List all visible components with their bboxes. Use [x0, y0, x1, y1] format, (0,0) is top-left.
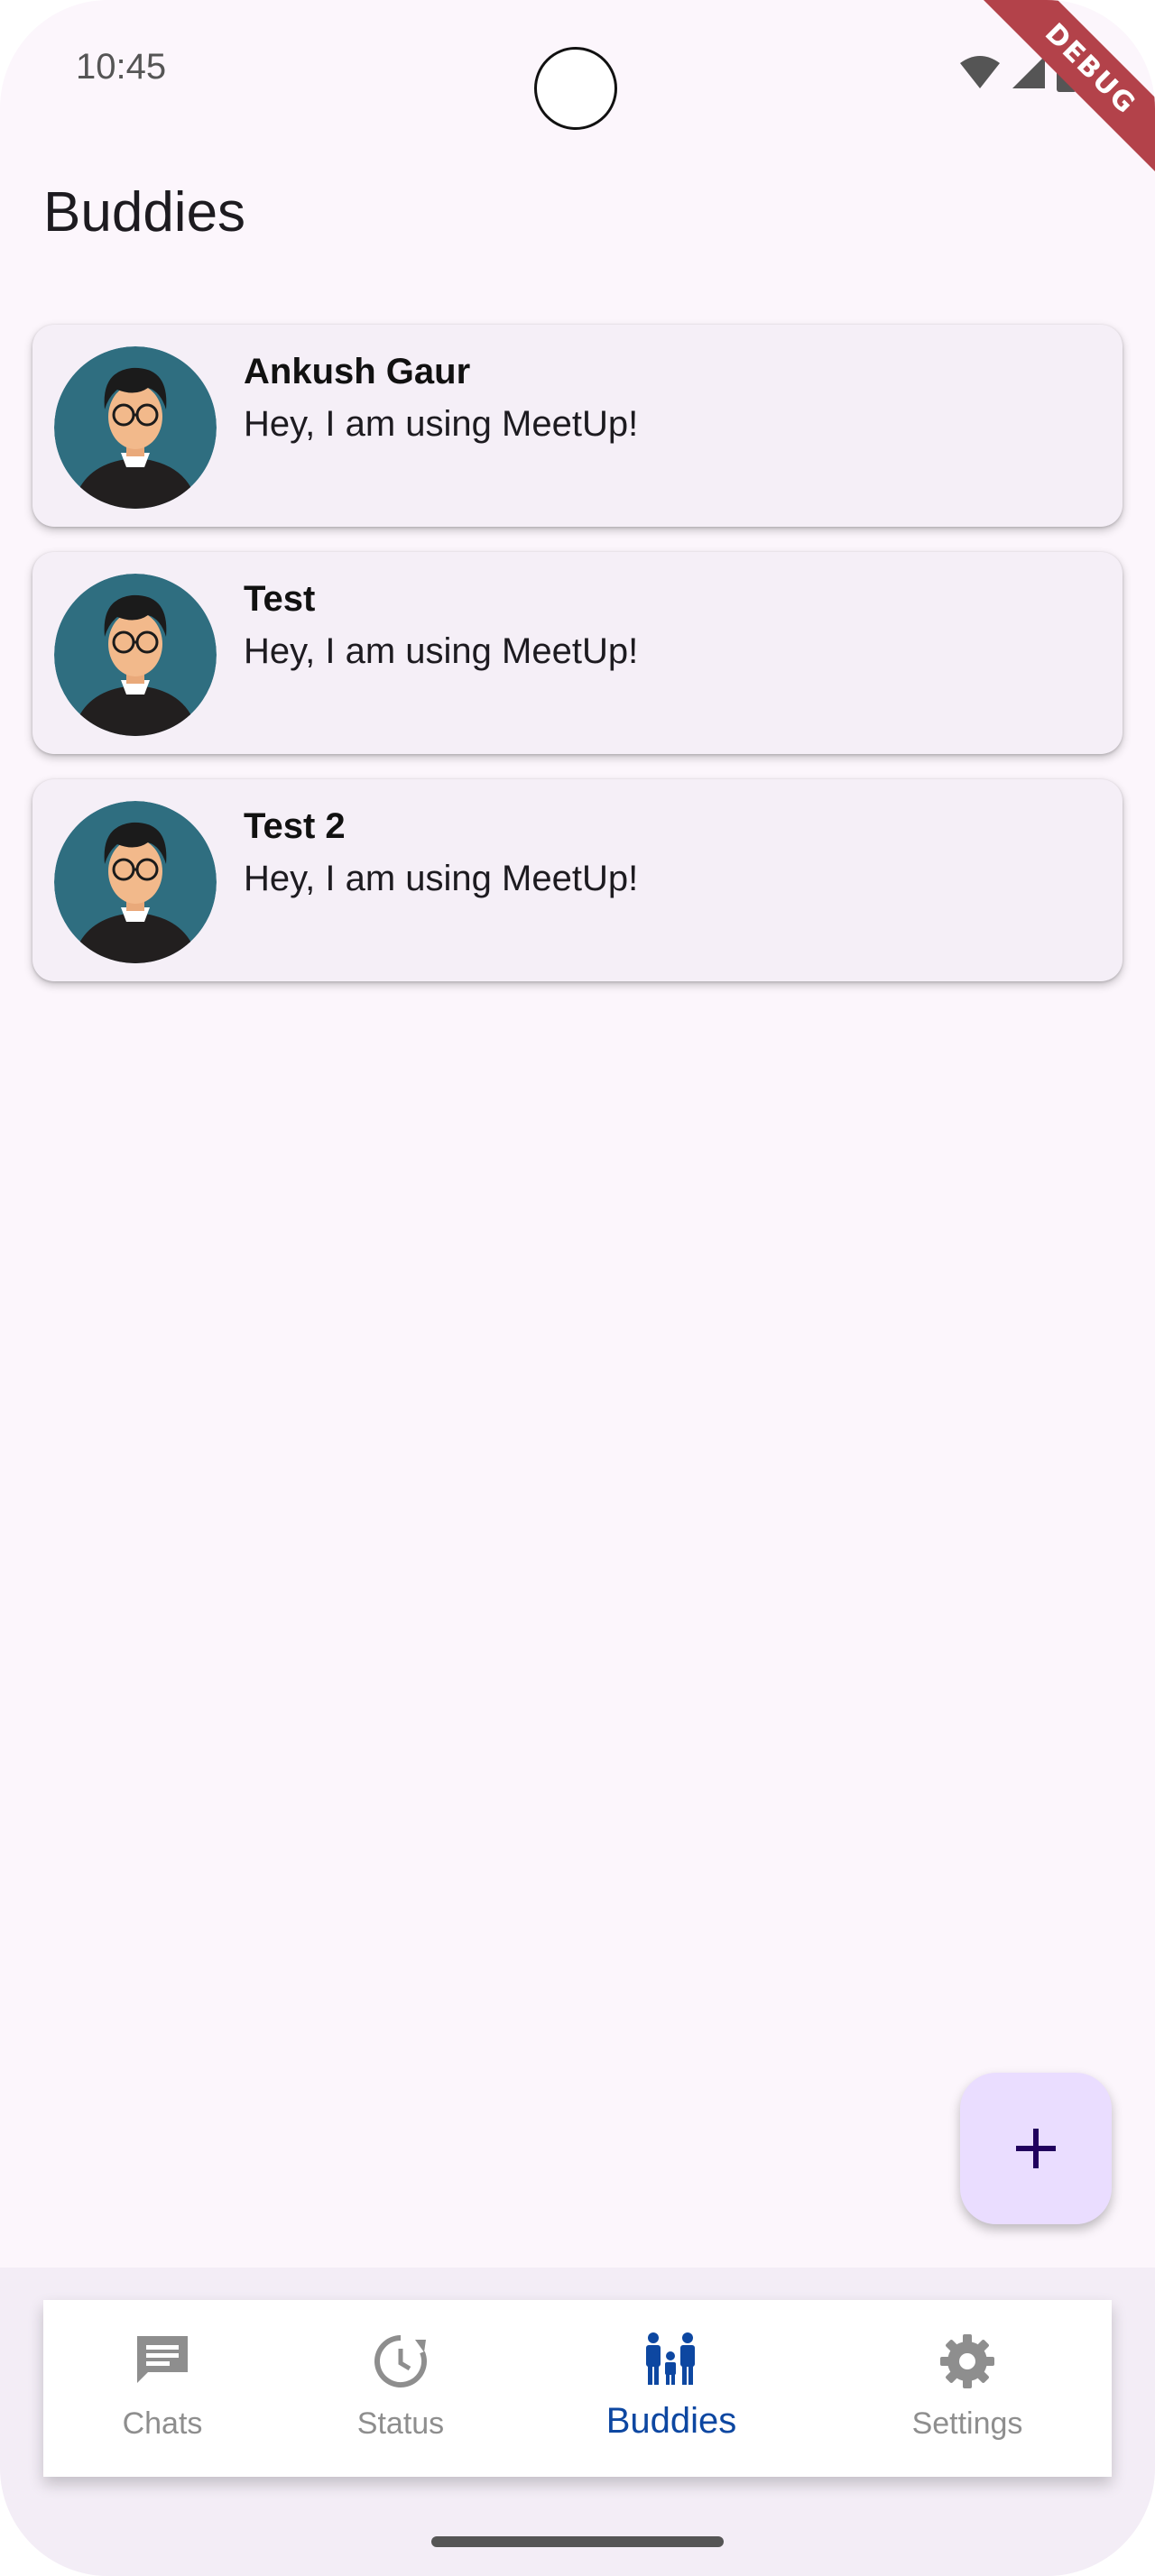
phone-screen: 10:45 DEBUG Buddies Ankush Gaur Hey, I a… — [0, 0, 1155, 2576]
people-icon — [646, 2332, 695, 2385]
buddy-card[interactable]: Test 2 Hey, I am using MeetUp! — [32, 779, 1123, 981]
buddy-status: Hey, I am using MeetUp! — [244, 404, 639, 444]
nav-item-buddies[interactable]: Buddies — [520, 2300, 823, 2477]
buddy-list: Ankush Gaur Hey, I am using MeetUp! Test… — [32, 325, 1123, 1007]
avatar — [54, 574, 217, 736]
status-time: 10:45 — [76, 47, 167, 87]
wifi-icon — [960, 56, 1000, 88]
page-title: Buddies — [43, 181, 246, 244]
status-icon — [374, 2335, 427, 2387]
chat-icon — [137, 2336, 188, 2383]
buddy-name: Ankush Gaur — [244, 352, 471, 391]
signal-icon — [1012, 56, 1045, 88]
gear-icon — [940, 2334, 994, 2388]
debug-banner: DEBUG — [950, 0, 1155, 209]
nav-label: Chats — [122, 2406, 203, 2441]
nav-label: Buddies — [605, 2401, 737, 2441]
buddy-card[interactable]: Test Hey, I am using MeetUp! — [32, 552, 1123, 754]
nav-item-chats[interactable]: Chats — [43, 2300, 282, 2477]
nav-label: Settings — [911, 2406, 1023, 2441]
buddy-status: Hey, I am using MeetUp! — [244, 859, 639, 898]
nav-label: Status — [356, 2406, 445, 2441]
add-icon — [1016, 2129, 1056, 2168]
avatar — [54, 346, 217, 509]
buddy-card[interactable]: Ankush Gaur Hey, I am using MeetUp! — [32, 325, 1123, 527]
avatar — [54, 801, 217, 963]
nav-item-settings[interactable]: Settings — [823, 2300, 1112, 2477]
home-indicator[interactable] — [431, 2536, 724, 2547]
camera-cutout — [534, 47, 617, 130]
buddy-name: Test — [244, 579, 316, 619]
buddy-status: Hey, I am using MeetUp! — [244, 631, 639, 671]
bottom-nav: Chats Status Buddies Settings — [43, 2300, 1112, 2477]
nav-item-status[interactable]: Status — [282, 2300, 520, 2477]
buddy-name: Test 2 — [244, 806, 346, 846]
add-buddy-button[interactable] — [960, 2073, 1112, 2224]
